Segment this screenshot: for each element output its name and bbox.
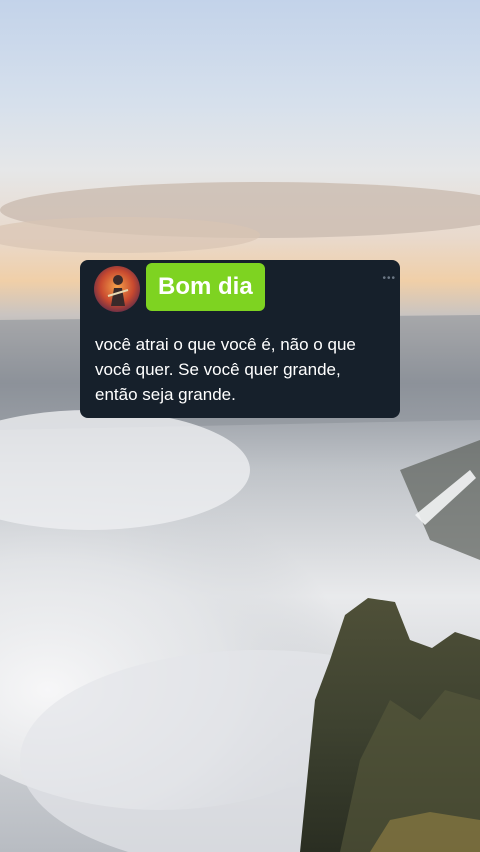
quote-line: você quer. Se você quer grande, [95,360,341,379]
user-avatar-photo-icon [94,266,140,312]
quote-text: você atrai o que você é, não o que você … [95,332,395,407]
greeting-badge: Bom dia [146,263,265,311]
avatar[interactable] [94,266,140,312]
more-dots-icon[interactable]: ••• [382,274,396,284]
quote-line: então seja grande. [95,385,236,404]
quote-card: Bom dia ••• você atrai o que você é, não… [80,260,400,418]
quote-line: você atrai o que você é, não o que [95,335,356,354]
background-landscape [0,0,480,852]
